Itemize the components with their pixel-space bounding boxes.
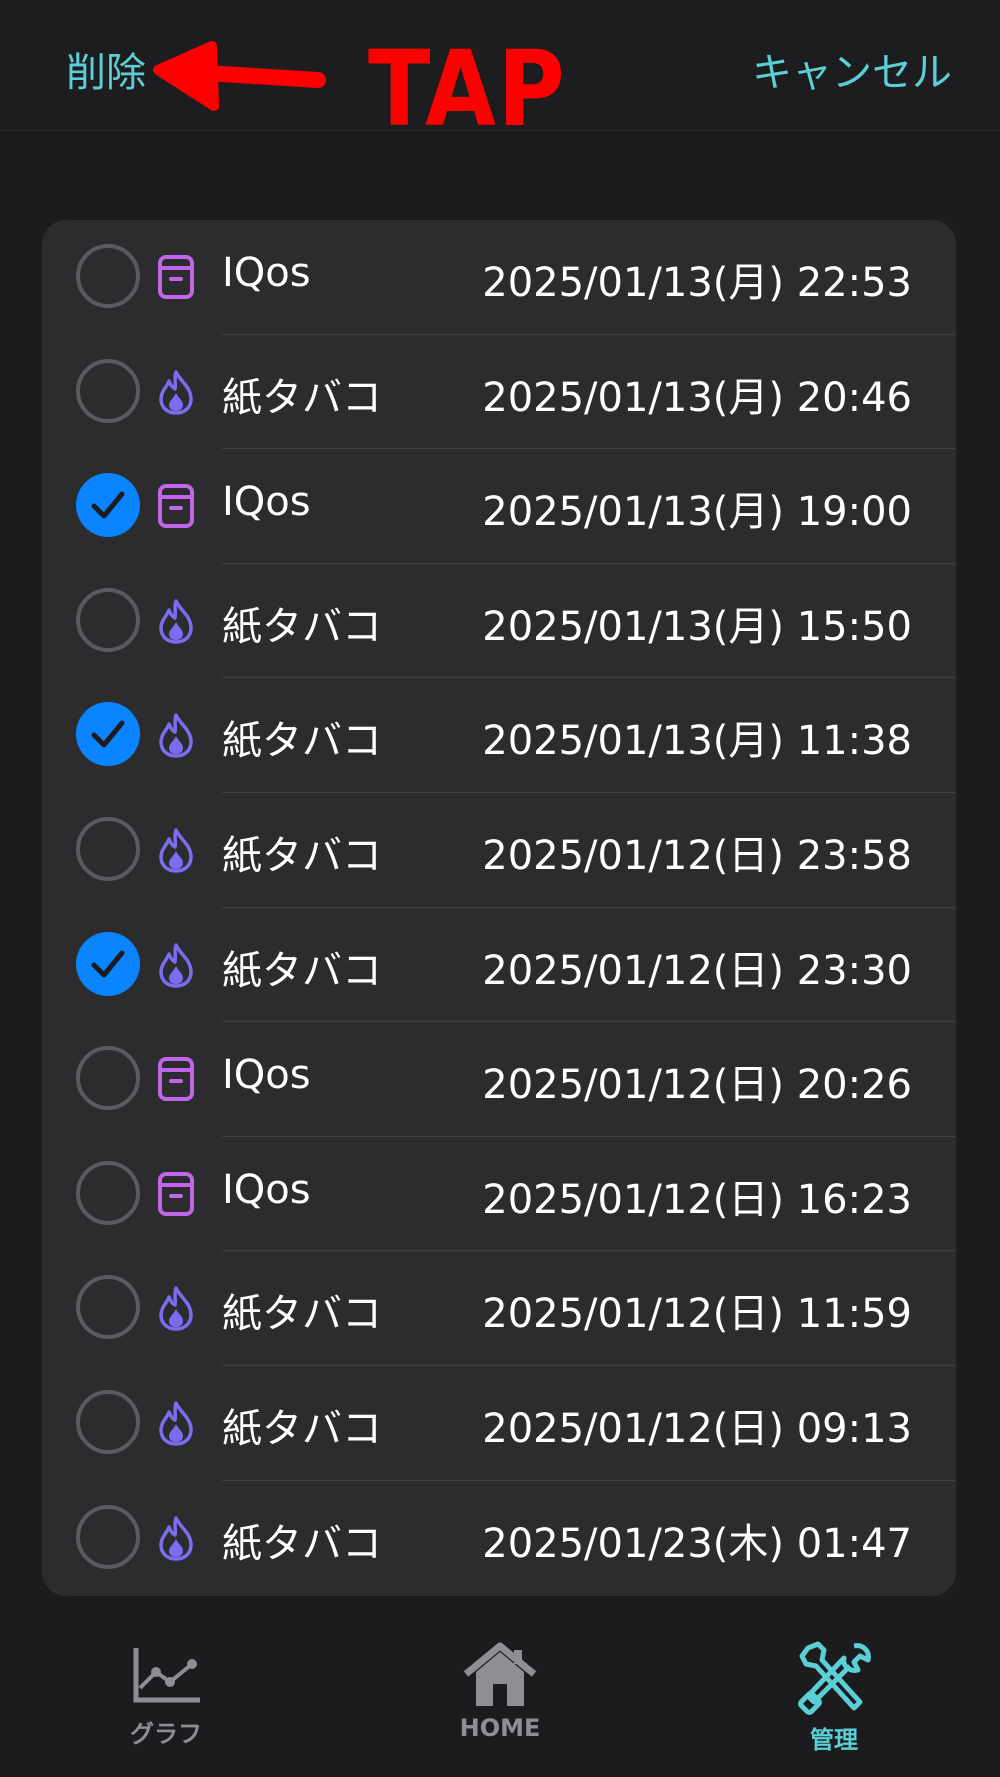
wrench-screwdriver-icon (734, 1640, 934, 1716)
unchecked-checkbox[interactable] (76, 1275, 140, 1340)
tab-graph[interactable]: グラフ (66, 1640, 266, 1777)
record-type-label: 紙タバコ (222, 1291, 382, 1338)
list-item[interactable]: 紙タバコ 2025/01/12(日) 23:30 (42, 908, 956, 1023)
flame-icon (156, 827, 196, 873)
unchecked-checkbox[interactable] (76, 587, 140, 652)
list-item[interactable]: 紙タバコ 2025/01/12(日) 23:58 (42, 793, 956, 908)
list-item[interactable]: IQos 2025/01/13(月) 19:00 (42, 449, 956, 564)
unchecked-checkbox[interactable] (76, 1046, 140, 1111)
record-type-label: 紙タバコ (222, 1405, 382, 1452)
list-item[interactable]: IQos 2025/01/12(日) 20:26 (42, 1022, 956, 1137)
unchecked-checkbox[interactable] (76, 1160, 140, 1225)
iqos-device-icon (156, 254, 196, 300)
tab-label: HOME (459, 1714, 541, 1742)
record-timestamp: 2025/01/12(日) 16:23 (482, 1176, 912, 1223)
list-item[interactable]: 紙タバコ 2025/01/13(月) 15:50 (42, 564, 956, 679)
unchecked-checkbox[interactable] (76, 1504, 140, 1569)
line-chart-icon (66, 1640, 266, 1710)
record-timestamp: 2025/01/23(木) 01:47 (482, 1520, 912, 1567)
record-type-label: IQos (222, 479, 311, 526)
delete-button[interactable]: 削除 (66, 40, 146, 98)
iqos-device-icon (156, 483, 196, 529)
checked-checkbox[interactable] (76, 702, 140, 767)
record-type-label: 紙タバコ (222, 947, 382, 994)
manage-screen: 削除 キャンセル TAP IQos 2025/01/13(月) 22:53 紙タバコ… (0, 0, 1000, 1777)
flame-icon (156, 369, 196, 415)
record-timestamp: 2025/01/12(日) 11:59 (482, 1291, 912, 1338)
list-item[interactable]: 紙タバコ 2025/01/13(月) 20:46 (42, 335, 956, 450)
red-arrow-icon (153, 41, 326, 111)
record-timestamp: 2025/01/12(日) 09:13 (482, 1405, 912, 1452)
record-list: IQos 2025/01/13(月) 22:53 紙タバコ 2025/01/13(月)… (42, 220, 956, 1596)
record-type-label: 紙タバコ (222, 374, 382, 421)
record-type-label: 紙タバコ (222, 1520, 382, 1567)
tab-label: 管理 (810, 1726, 858, 1754)
tab-home[interactable]: HOME (400, 1640, 600, 1777)
list-item[interactable]: 紙タバコ 2025/01/12(日) 11:59 (42, 1251, 956, 1366)
flame-icon (156, 1400, 196, 1446)
tab-bar: グラフ HOME 管理 (0, 1640, 1000, 1777)
checked-checkbox[interactable] (76, 473, 140, 538)
checked-checkbox[interactable] (76, 931, 140, 996)
checkmark-icon (91, 491, 125, 519)
list-item[interactable]: IQos 2025/01/13(月) 22:53 (42, 220, 956, 335)
checkmark-icon (91, 950, 125, 978)
record-type-label: IQos (222, 1052, 311, 1099)
record-type-label: 紙タバコ (222, 832, 382, 879)
record-type-label: IQos (222, 250, 311, 296)
record-type-label: 紙タバコ (222, 603, 382, 650)
record-timestamp: 2025/01/12(日) 23:58 (482, 832, 912, 879)
list-item[interactable]: 紙タバコ 2025/01/12(日) 09:13 (42, 1366, 956, 1481)
flame-icon (156, 1515, 196, 1561)
unchecked-checkbox[interactable] (76, 1389, 140, 1454)
iqos-device-icon (156, 1056, 196, 1102)
list-item[interactable]: 紙タバコ 2025/01/13(月) 11:38 (42, 678, 956, 793)
list-item[interactable]: IQos 2025/01/12(日) 16:23 (42, 1137, 956, 1252)
unchecked-checkbox[interactable] (76, 816, 140, 881)
record-type-label: 紙タバコ (222, 718, 382, 765)
tab-label: グラフ (130, 1720, 202, 1748)
record-timestamp: 2025/01/13(月) 11:38 (482, 718, 912, 765)
list-item[interactable]: 紙タバコ 2025/01/23(木) 01:47 (42, 1481, 956, 1596)
unchecked-checkbox[interactable] (76, 244, 140, 308)
record-timestamp: 2025/01/13(月) 15:50 (482, 603, 912, 650)
record-type-label: IQos (222, 1166, 311, 1213)
checkmark-icon (91, 720, 125, 748)
record-timestamp: 2025/01/13(月) 19:00 (482, 489, 912, 536)
record-timestamp: 2025/01/12(日) 20:26 (482, 1062, 912, 1109)
unchecked-checkbox[interactable] (76, 358, 140, 423)
iqos-device-icon (156, 1171, 196, 1217)
flame-icon (156, 598, 196, 644)
flame-icon (156, 712, 196, 759)
flame-icon (156, 1285, 196, 1332)
record-timestamp: 2025/01/13(月) 20:46 (482, 374, 912, 421)
record-timestamp: 2025/01/12(日) 23:30 (482, 947, 912, 994)
record-timestamp: 2025/01/13(月) 22:53 (482, 260, 912, 306)
tab-manage[interactable]: 管理 (734, 1640, 934, 1777)
tap-annotation: TAP (150, 20, 580, 150)
cancel-button[interactable]: キャンセル (752, 40, 952, 98)
house-icon (400, 1640, 600, 1710)
tap-label: TAP (368, 28, 567, 150)
flame-icon (156, 942, 196, 988)
